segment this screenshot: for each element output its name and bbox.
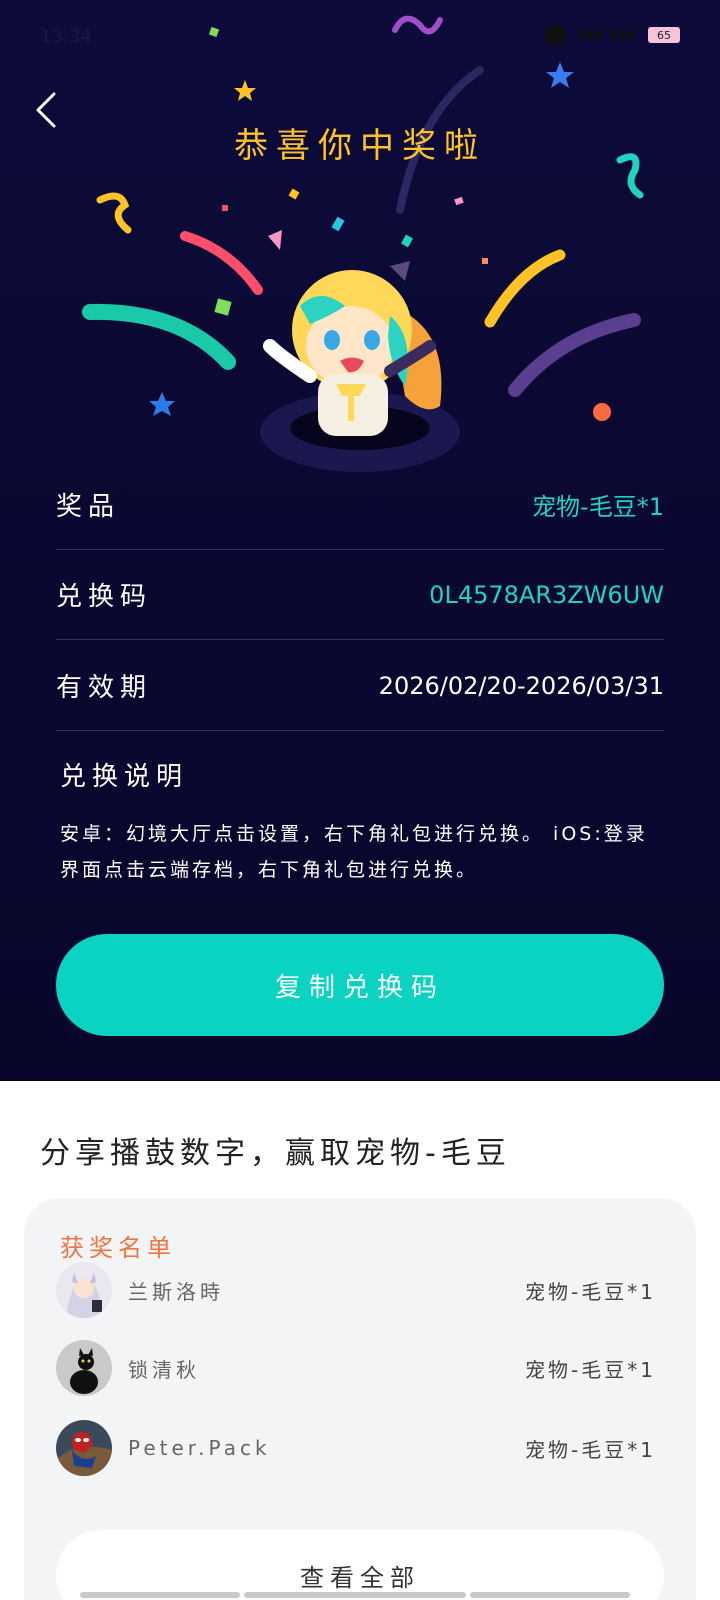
winner-row: 兰斯洛時 宠物-毛豆*1 bbox=[56, 1260, 656, 1320]
instructions-text: 安卓：幻境大厅点击设置，右下角礼包进行兑换。 iOS:登录界面点击云端存档，右下… bbox=[60, 823, 648, 881]
winner-row: Peter.Pack 宠物-毛豆*1 bbox=[56, 1418, 656, 1478]
copy-code-button[interactable]: 复制兑换码 bbox=[56, 934, 664, 1036]
winner-name: Peter.Pack bbox=[128, 1436, 271, 1460]
winner-prize: 宠物-毛豆*1 bbox=[525, 1279, 656, 1304]
scroll-indicator bbox=[80, 1592, 640, 1598]
prize-value: 宠物-毛豆*1 bbox=[532, 493, 664, 521]
spiderman-avatar bbox=[56, 1420, 112, 1476]
instructions-title: 兑换说明 bbox=[60, 762, 189, 792]
winners-title: 获奖名单 bbox=[60, 1234, 176, 1262]
view-all-button[interactable]: 查看全部 bbox=[56, 1530, 664, 1600]
code-row: 兑换码 0L4578AR3ZW6UW bbox=[56, 550, 664, 640]
prize-header-panel: 13:34 ▮▮▮ ▮▮▮ 65 恭喜你中奖啦 奖品 宠物-毛豆*1 兑换码 0… bbox=[0, 0, 720, 1081]
anime-girl-avatar bbox=[56, 1262, 112, 1318]
winners-card: 获奖名单 兰斯洛時 宠物-毛豆*1 锁清秋 宠物-毛豆*1 Peter.Pack… bbox=[24, 1198, 696, 1600]
validity-value: 2026/02/20-2026/03/31 bbox=[378, 671, 664, 700]
code-label: 兑换码 bbox=[56, 582, 153, 612]
winner-name: 锁清秋 bbox=[128, 1357, 200, 1382]
prize-row: 奖品 宠物-毛豆*1 bbox=[56, 460, 664, 550]
mascot-illustration bbox=[260, 261, 460, 472]
validity-label: 有效期 bbox=[56, 673, 153, 703]
winner-prize: 宠物-毛豆*1 bbox=[525, 1437, 656, 1462]
redeem-code-value[interactable]: 0L4578AR3ZW6UW bbox=[429, 581, 664, 609]
winner-name: 兰斯洛時 bbox=[128, 1279, 224, 1304]
validity-row: 有效期 2026/02/20-2026/03/31 bbox=[56, 641, 664, 731]
winner-prize: 宠物-毛豆*1 bbox=[525, 1357, 656, 1382]
prize-label: 奖品 bbox=[56, 492, 121, 522]
black-cat-avatar bbox=[56, 1340, 112, 1396]
share-title: 分享播鼓数字，赢取宠物-毛豆 bbox=[40, 1136, 511, 1171]
page-title: 恭喜你中奖啦 bbox=[234, 126, 486, 166]
winner-row: 锁清秋 宠物-毛豆*1 bbox=[56, 1338, 656, 1398]
